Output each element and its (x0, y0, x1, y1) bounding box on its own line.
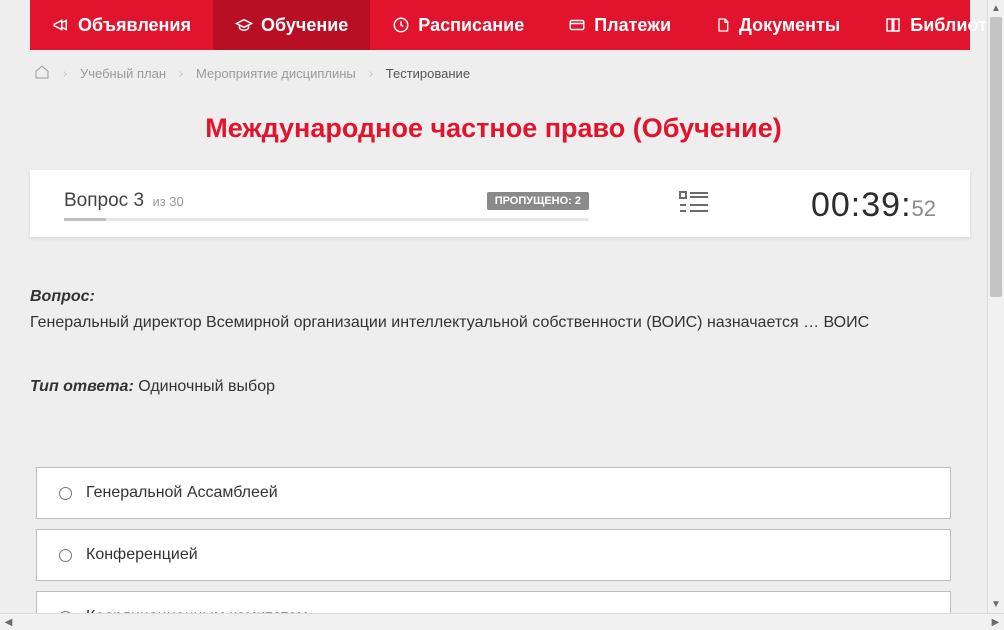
option-radio[interactable] (59, 549, 72, 562)
nav-item-documents[interactable]: Документы (693, 0, 862, 50)
answer-type-label: Тип ответа: (30, 378, 134, 395)
question-of-label: из 30 (152, 194, 183, 209)
progress-bar (64, 218, 589, 221)
nav-label: Объявления (78, 15, 191, 36)
question-number-label: Вопрос 3 (64, 190, 144, 211)
megaphone-icon (52, 16, 70, 34)
scroll-down-arrow[interactable]: ▼ (988, 596, 1004, 613)
nav-label: Библиотека (910, 15, 987, 36)
clock-icon (392, 16, 410, 34)
nav-label: Документы (739, 15, 840, 36)
progress-fill (64, 218, 106, 221)
option-item[interactable]: Конференцией (36, 529, 951, 581)
timer: 00:39:52 (811, 186, 936, 225)
options-list: Генеральной Ассамблеей Конференцией Коор… (30, 467, 957, 613)
card-icon (568, 16, 586, 34)
nav-label: Расписание (418, 15, 524, 36)
breadcrumb: Учебный план Мероприятие дисциплины Тест… (30, 50, 957, 91)
chevron-right-icon (176, 69, 186, 79)
grad-cap-icon (235, 16, 253, 34)
question-prompt-text: Генеральный директор Всемирной организац… (30, 311, 957, 335)
top-navbar: Объявления Обучение Расписание Платежи Д… (30, 0, 970, 50)
chevron-right-icon (366, 69, 376, 79)
nav-label: Обучение (261, 15, 348, 36)
scroll-left-arrow[interactable]: ◀ (0, 614, 17, 630)
scroll-thumb[interactable] (990, 17, 1002, 297)
page-title: Международное частное право (Обучение) (30, 113, 957, 144)
answer-type-value: Одиночный выбор (134, 378, 275, 395)
vertical-scrollbar[interactable]: ▲ ▼ (987, 0, 1004, 613)
chevron-right-icon (60, 69, 70, 79)
breadcrumb-link-event[interactable]: Мероприятие дисциплины (196, 66, 356, 81)
nav-item-learning[interactable]: Обучение (213, 0, 370, 50)
breadcrumb-link-plan[interactable]: Учебный план (80, 66, 166, 81)
nav-label: Платежи (594, 15, 671, 36)
timer-seconds: 52 (912, 196, 936, 222)
breadcrumb-current: Тестирование (386, 66, 470, 81)
nav-item-schedule[interactable]: Расписание (370, 0, 546, 50)
question-list-button[interactable] (679, 190, 709, 221)
home-icon[interactable] (34, 64, 50, 83)
option-radio[interactable] (59, 487, 72, 500)
status-card: Вопрос 3 из 30 ПРОПУЩЕНО: 2 (30, 170, 970, 237)
option-item[interactable]: Координационным комитетом (36, 591, 951, 613)
doc-icon (715, 16, 731, 34)
nav-item-library[interactable]: Библиотека (862, 0, 987, 50)
option-item[interactable]: Генеральной Ассамблеей (36, 467, 951, 519)
question-prompt-label: Вопрос: (30, 288, 95, 305)
option-text: Генеральной Ассамблеей (86, 484, 278, 502)
timer-main: 00:39: (811, 186, 912, 225)
skipped-badge: ПРОПУЩЕНО: 2 (487, 192, 589, 210)
scroll-right-arrow[interactable]: ▶ (987, 614, 1004, 630)
book-icon (884, 16, 902, 34)
scroll-up-arrow[interactable]: ▲ (988, 0, 1004, 17)
scroll-track[interactable] (988, 17, 1004, 596)
horizontal-scrollbar[interactable]: ◀ ▶ (0, 613, 1004, 630)
question-area: Вопрос: Генеральный директор Всемирной о… (30, 285, 957, 399)
option-text: Конференцией (86, 546, 198, 564)
nav-item-announcements[interactable]: Объявления (30, 0, 213, 50)
nav-item-payments[interactable]: Платежи (546, 0, 693, 50)
